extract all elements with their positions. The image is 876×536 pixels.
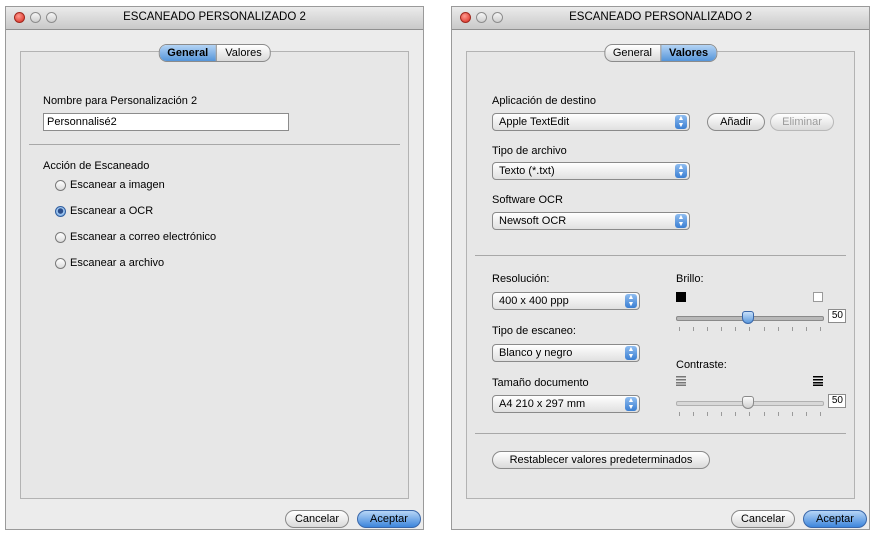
dest-app-popup[interactable]: Apple TextEdit ▲ ▼ (492, 113, 690, 131)
resolution-popup[interactable]: 400 x 400 ppp ▲ ▼ (492, 292, 640, 310)
brightness-label: Brillo: (676, 273, 704, 285)
radio-button-icon (55, 257, 66, 269)
tab-control: General Valores (603, 44, 718, 62)
radio-label: Escanear a imagen (70, 179, 165, 191)
name-label: Nombre para Personalización 2 (43, 95, 198, 107)
radio-button-icon (55, 179, 66, 191)
radio-label: Escanear a OCR (70, 205, 154, 217)
add-button[interactable]: Añadir (707, 113, 765, 131)
updown-arrows-icon: ▲ ▼ (625, 294, 637, 308)
updown-arrows-icon: ▲ ▼ (675, 214, 687, 228)
contrast-value-field[interactable]: 50 (828, 394, 846, 408)
radio-scan-file[interactable]: Escanear a archivo (55, 257, 164, 269)
file-type-popup[interactable]: Texto (*.txt) ▲ ▼ (492, 162, 690, 180)
radio-scan-email[interactable]: Escanear a correo electrónico (55, 231, 216, 243)
updown-arrows-icon: ▲ ▼ (625, 397, 637, 411)
contrast-label: Contraste: (676, 359, 727, 371)
tab-valores[interactable]: Valores (660, 45, 717, 61)
brightness-slider-knob[interactable] (742, 311, 754, 324)
white-square-icon (813, 292, 823, 302)
general-panel: Nombre para Personalización 2 Personnali… (20, 51, 409, 499)
ok-button[interactable]: Aceptar (803, 510, 867, 528)
cancel-button[interactable]: Cancelar (731, 510, 795, 528)
radio-scan-image[interactable]: Escanear a imagen (55, 179, 165, 191)
brightness-value-field[interactable]: 50 (828, 309, 846, 323)
popup-value: 400 x 400 ppp (499, 295, 569, 307)
ocr-label: Software OCR (492, 194, 563, 206)
left-titlebar: ESCANEADO PERSONALIZADO 2 (6, 7, 423, 30)
divider (475, 255, 846, 256)
right-window: ESCANEADO PERSONALIZADO 2 General Valore… (451, 6, 870, 530)
resolution-label: Resolución: (492, 273, 550, 285)
window-title: ESCANEADO PERSONALIZADO 2 (569, 11, 752, 23)
tab-control: General Valores (158, 44, 271, 62)
window-title: ESCANEADO PERSONALIZADO 2 (123, 11, 306, 23)
divider (29, 144, 400, 145)
brightness-ticks (679, 327, 821, 331)
updown-arrows-icon: ▲ ▼ (675, 164, 687, 178)
radio-label: Escanear a archivo (70, 257, 165, 269)
tab-valores[interactable]: Valores (216, 45, 269, 61)
left-window: ESCANEADO PERSONALIZADO 2 General Valore… (5, 6, 424, 530)
updown-arrows-icon: ▲ ▼ (675, 115, 687, 129)
ocr-popup[interactable]: Newsoft OCR ▲ ▼ (492, 212, 690, 230)
tab-general[interactable]: General (159, 45, 217, 61)
scan-type-label: Tipo de escaneo: (492, 325, 576, 337)
black-square-icon (676, 292, 686, 302)
dest-app-label: Aplicación de destino (492, 95, 596, 107)
cancel-button[interactable]: Cancelar (285, 510, 349, 528)
divider (475, 433, 846, 434)
updown-arrows-icon: ▲ ▼ (625, 346, 637, 360)
radio-button-icon (55, 231, 66, 243)
ok-button[interactable]: Aceptar (357, 510, 421, 528)
low-contrast-icon (676, 376, 686, 386)
doc-size-popup[interactable]: A4 210 x 297 mm ▲ ▼ (492, 395, 640, 413)
popup-value: A4 210 x 297 mm (499, 398, 586, 410)
radio-scan-ocr[interactable]: Escanear a OCR (55, 205, 153, 217)
radio-label: Escanear a correo electrónico (70, 231, 217, 243)
scan-type-popup[interactable]: Blanco y negro ▲ ▼ (492, 344, 640, 362)
doc-size-label: Tamaño documento (492, 377, 589, 389)
action-label: Acción de Escaneado (43, 160, 150, 172)
popup-value: Newsoft OCR (499, 215, 567, 227)
popup-value: Apple TextEdit (499, 116, 570, 128)
radio-button-selected-icon (55, 205, 66, 217)
tab-general[interactable]: General (605, 45, 660, 61)
popup-value: Blanco y negro (499, 347, 573, 359)
contrast-ticks (679, 412, 821, 416)
valores-panel: Aplicación de destino Apple TextEdit ▲ ▼ … (466, 51, 855, 499)
remove-button[interactable]: Eliminar (770, 113, 834, 131)
contrast-slider-knob[interactable] (742, 396, 754, 409)
popup-value: Texto (*.txt) (499, 165, 555, 177)
file-type-label: Tipo de archivo (492, 145, 567, 157)
right-titlebar: ESCANEADO PERSONALIZADO 2 (452, 7, 869, 30)
high-contrast-icon (813, 376, 823, 386)
reset-defaults-button[interactable]: Restablecer valores predeterminados (492, 451, 710, 469)
name-field[interactable]: Personnalisé2 (43, 113, 289, 131)
